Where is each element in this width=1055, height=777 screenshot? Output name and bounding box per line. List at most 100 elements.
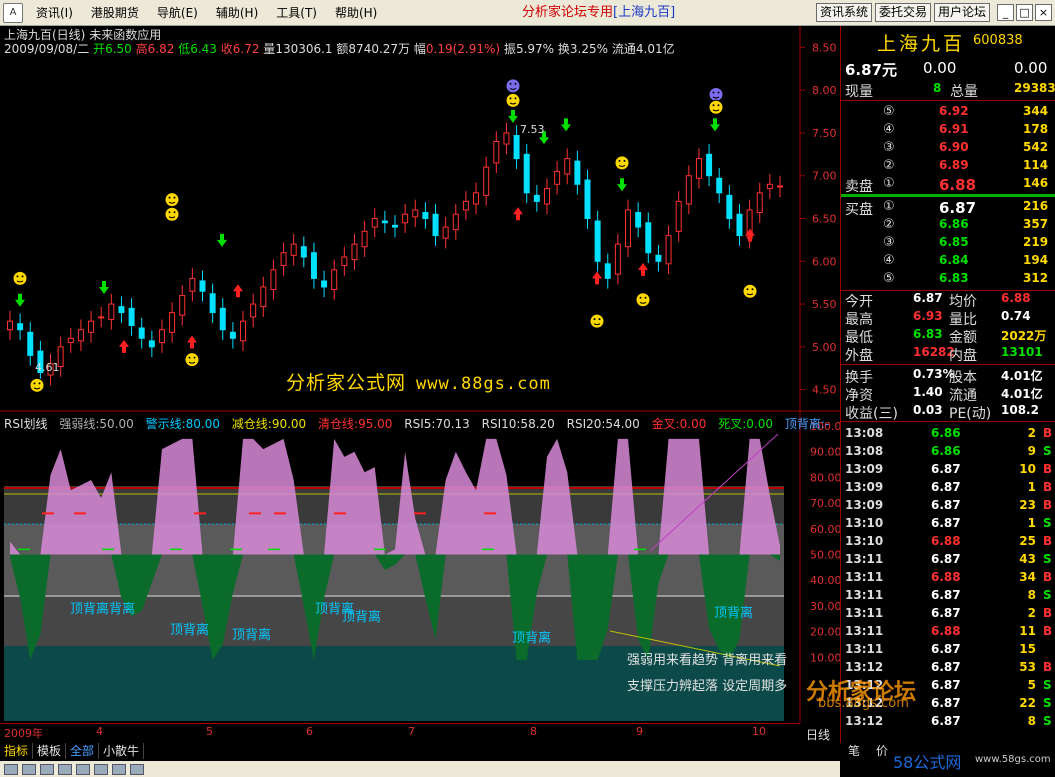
candle-body <box>219 307 226 331</box>
stat-value: 6.88 <box>1001 291 1031 305</box>
buy-volume: 216 <box>1023 199 1049 213</box>
high-value: 6.82 <box>147 42 175 56</box>
price-row: 6.87元 0.00 0.00 <box>841 59 1055 79</box>
tick-time: 13:10 <box>845 516 884 530</box>
candle-body <box>331 269 338 291</box>
tick-price: 6.87 <box>931 516 961 530</box>
toolbar-icon[interactable] <box>58 763 72 775</box>
toolbar-icon[interactable] <box>22 763 36 775</box>
level-icon: ② <box>883 217 895 232</box>
price-change: 0.00 <box>923 59 957 77</box>
candle-body <box>422 212 429 219</box>
rsi-tick-label: 70.00 <box>810 497 840 510</box>
sell-volume: 146 <box>1023 176 1049 190</box>
buy-arrow-icon <box>745 228 755 242</box>
app-logo[interactable]: A <box>3 2 23 23</box>
tick-row: 13:09 6.87 23 B <box>841 498 1055 516</box>
float-value: 4.01亿 <box>635 42 675 56</box>
minimize-icon[interactable]: _ <box>997 4 1014 21</box>
menu-tools[interactable]: 工具(T) <box>267 0 326 26</box>
tick-side: S <box>1043 696 1052 710</box>
tick-row: 13:09 6.87 1 B <box>841 480 1055 498</box>
tick-price: 6.87 <box>931 642 961 656</box>
trade-button[interactable]: 委托交易 <box>875 3 932 22</box>
face-signal-icon <box>184 352 200 368</box>
face-eye-icon <box>514 82 517 85</box>
tick-row: 13:08 6.86 2 B <box>841 426 1055 444</box>
stat-row: 最低 6.83 金额 2022万 <box>841 327 1055 346</box>
stat-value: 6.93 <box>913 309 943 323</box>
stat-label: 今开 <box>845 294 873 310</box>
tab-small-bull[interactable]: 小散牛 <box>99 743 145 759</box>
candle-body <box>756 192 763 214</box>
tick-row: 13:11 6.87 2 B <box>841 606 1055 624</box>
toolbar-icon[interactable] <box>94 763 108 775</box>
tick-time: 13:09 <box>845 480 884 494</box>
tick-price: 6.87 <box>931 498 961 512</box>
tick-row: 13:11 6.87 15 <box>841 642 1055 660</box>
candle-body <box>503 132 510 145</box>
tab-indicator[interactable]: 指标 <box>0 743 34 759</box>
maximize-icon[interactable]: □ <box>1016 4 1033 21</box>
face-eye-icon <box>644 296 647 299</box>
menu-assist[interactable]: 辅助(H) <box>207 0 267 26</box>
face-eye-icon <box>173 196 176 199</box>
tab-prices[interactable]: 价 <box>868 743 896 759</box>
close-icon[interactable]: × <box>1035 4 1052 21</box>
toolbar-icon[interactable] <box>76 763 90 775</box>
candle-body <box>189 277 196 292</box>
candle-body <box>88 320 95 333</box>
level-icon: ③ <box>883 235 895 250</box>
candle-body <box>462 200 469 211</box>
face-eye-icon <box>751 288 754 291</box>
news-system-button[interactable]: 资讯系统 <box>816 3 873 22</box>
face-eye-icon <box>38 382 41 385</box>
stat-label: 股本 <box>949 370 977 386</box>
stat-row: 换手 0.73% 股本 4.01亿 <box>841 367 1055 386</box>
tick-time: 13:11 <box>845 570 884 584</box>
candle-body <box>341 256 348 267</box>
face-signal-icon <box>614 155 630 171</box>
face-eye-icon <box>618 159 621 162</box>
rsi-tick-label: 30.00 <box>810 600 840 613</box>
stat-label: 最低 <box>845 330 873 346</box>
tick-volume: 25 <box>1019 534 1036 548</box>
date-label: 7 <box>408 725 415 738</box>
toolbar-icon[interactable] <box>130 763 144 775</box>
buy-arrow-icon <box>592 271 602 285</box>
toolbar-icon[interactable] <box>112 763 126 775</box>
price-tick-label: 4.50 <box>812 384 837 397</box>
date-label: 6 <box>306 725 313 738</box>
menu-news[interactable]: 资讯(I) <box>27 0 82 26</box>
buy-level-3: ③ 6.85 219 <box>841 235 1055 253</box>
toolbar-icon[interactable] <box>40 763 54 775</box>
candle-body <box>138 327 145 339</box>
face-signal-icon <box>164 206 180 222</box>
stat-row: 净资 1.40 流通 4.01亿 <box>841 385 1055 404</box>
watermark-text: 分析家公式网 <box>286 372 407 394</box>
sell-level-2: ② 6.89 114 <box>841 158 1055 176</box>
tab-template[interactable]: 模板 <box>33 743 67 759</box>
tick-side: S <box>1043 516 1052 530</box>
candle-body <box>564 158 571 175</box>
tab-all[interactable]: 全部 <box>66 743 100 759</box>
toolbar-icon[interactable] <box>4 763 18 775</box>
forum-button[interactable]: 用户论坛 <box>934 3 991 22</box>
tick-time: 13:10 <box>845 534 884 548</box>
tick-volume: 2 <box>1027 426 1036 440</box>
sell-price: 6.92 <box>939 104 969 118</box>
sell-label: 卖盘 <box>845 179 873 195</box>
candle-body <box>17 323 24 331</box>
menu-hk-futures[interactable]: 港股期货 <box>82 0 148 26</box>
candle-body <box>290 243 297 256</box>
menu-navigation[interactable]: 导航(E) <box>148 0 207 26</box>
period-label[interactable]: 日线 <box>806 726 830 743</box>
face-eye-icon <box>598 318 601 321</box>
chart-area[interactable]: 8.50 8.00 7.50 7.00 6.50 6.00 5.50 5.00 4.50 10 0… <box>0 26 845 743</box>
rsi-param-clear: 清仓线:95.00 <box>318 417 393 431</box>
rsi-param-death-cross: 死叉:0.00 <box>718 417 773 431</box>
menu-help[interactable]: 帮助(H) <box>326 0 386 26</box>
tab-trades[interactable]: 笔 <box>840 743 868 759</box>
price-axis: 8.50 8.00 7.50 7.00 6.50 6.00 5.50 5.00 4.50 <box>800 41 837 397</box>
rsi-header: RSI划线 强弱线:50.00 警示线:80.00 减仓线:90.00 清仓线:… <box>4 415 853 432</box>
